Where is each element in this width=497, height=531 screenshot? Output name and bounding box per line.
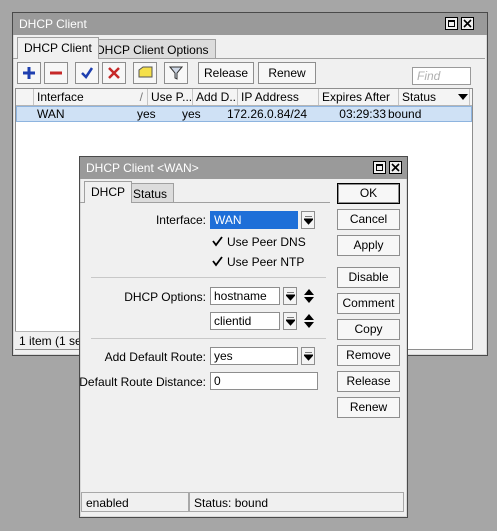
interface-dropdown-button[interactable] [301, 211, 315, 229]
column-header-add-default[interactable]: Add D... [193, 89, 238, 105]
window-titlebar[interactable]: DHCP Client [13, 13, 487, 35]
minus-icon [50, 71, 62, 75]
dialog-titlebar[interactable]: DHCP Client <WAN> [80, 157, 407, 179]
cell-use-peer: yes [137, 107, 156, 121]
use-peer-ntp-label: Use Peer NTP [227, 255, 305, 269]
close-button[interactable] [461, 17, 474, 30]
bound-status: Status: bound [189, 492, 404, 512]
copy-button[interactable]: Copy [337, 319, 400, 340]
dhcp-option-clientid-updown[interactable] [303, 312, 315, 330]
use-peer-dns-checkbox[interactable] [211, 235, 224, 248]
add-button[interactable] [17, 62, 41, 84]
plus-icon [23, 67, 35, 79]
checkmark-icon [212, 236, 223, 247]
table-row[interactable]: WAN yes yes 172.26.0.84/24 03:29:33 boun… [16, 106, 472, 122]
release-dialog-button[interactable]: Release [337, 371, 400, 392]
use-peer-dns-label: Use Peer DNS [227, 235, 306, 249]
dialog-maximize-button[interactable] [373, 161, 386, 174]
filter-icon [169, 66, 183, 80]
comment-button[interactable] [133, 62, 157, 84]
column-header-use-peer[interactable]: Use P... [148, 89, 193, 105]
enabled-status: enabled [81, 492, 189, 512]
up-down-arrows-icon [304, 314, 314, 328]
apply-button[interactable]: Apply [337, 235, 400, 256]
cell-expires-after: 03:29:33 [339, 107, 386, 121]
column-header-comment[interactable] [16, 89, 34, 105]
column-header-expires-after[interactable]: Expires After [319, 89, 399, 105]
tab-dhcp-client[interactable]: DHCP Client [17, 37, 99, 59]
disable-dialog-button[interactable]: Disable [337, 267, 400, 288]
add-default-route-label: Add Default Route: [104, 350, 206, 364]
table-header: Interface / Use P... Add D... IP Address… [16, 89, 472, 106]
find-input[interactable]: Find [412, 67, 471, 85]
interface-label: Interface: [155, 213, 206, 227]
default-route-distance-label: Default Route Distance: [79, 375, 206, 389]
cell-add-default: yes [182, 107, 201, 121]
x-icon [108, 67, 120, 79]
cell-interface: WAN [37, 107, 65, 121]
close-icon [391, 163, 400, 172]
use-peer-ntp-checkbox[interactable] [211, 255, 224, 268]
chevron-down-icon [286, 317, 295, 326]
item-count-status: 1 item (1 sele [15, 331, 85, 349]
default-route-distance-input[interactable]: 0 [210, 372, 318, 390]
dhcp-option-clientid-dropdown[interactable] [283, 312, 297, 330]
comment-dialog-button[interactable]: Comment [337, 293, 400, 314]
dhcp-option-hostname[interactable]: hostname [210, 287, 280, 305]
comment-icon [138, 66, 153, 78]
tab-dhcp[interactable]: DHCP [84, 181, 133, 203]
up-down-arrows-icon [304, 289, 314, 303]
tab-status[interactable]: Status [126, 183, 175, 203]
checkmark-icon [81, 67, 94, 79]
remove-button[interactable] [44, 62, 68, 84]
dhcp-option-hostname-dropdown[interactable] [283, 287, 297, 305]
remove-dialog-button[interactable]: Remove [337, 345, 400, 366]
filter-button[interactable] [164, 62, 188, 84]
renew-toolbar-button[interactable]: Renew [258, 62, 316, 84]
checkmark-icon [212, 256, 223, 267]
dialog-title: DHCP Client <WAN> [86, 161, 199, 175]
dhcp-option-hostname-updown[interactable] [303, 287, 315, 305]
disable-button[interactable] [102, 62, 126, 84]
release-toolbar-button[interactable]: Release [198, 62, 254, 84]
window-title: DHCP Client [19, 17, 87, 31]
add-default-route-select[interactable]: yes [210, 347, 298, 365]
dialog-close-button[interactable] [389, 161, 402, 174]
column-menu-button[interactable] [458, 89, 474, 105]
chevron-down-icon [304, 216, 313, 225]
section-divider [91, 338, 326, 339]
cell-status: bound [388, 107, 422, 121]
renew-dialog-button[interactable]: Renew [337, 397, 400, 418]
close-icon [463, 19, 472, 28]
dhcp-options-label: DHCP Options: [124, 290, 206, 304]
column-header-interface[interactable]: Interface / [34, 89, 148, 105]
cell-ip-address: 172.26.0.84/24 [227, 107, 307, 121]
sort-icon: / [139, 90, 143, 104]
enable-button[interactable] [75, 62, 99, 84]
interface-select[interactable]: WAN [210, 211, 298, 229]
chevron-down-icon [304, 352, 313, 361]
maximize-button[interactable] [445, 17, 458, 30]
cancel-button[interactable]: Cancel [337, 209, 400, 230]
chevron-down-icon [286, 292, 295, 301]
add-default-route-dropdown[interactable] [301, 347, 315, 365]
section-divider [91, 277, 326, 278]
column-header-ip-address[interactable]: IP Address [238, 89, 319, 105]
dhcp-option-clientid[interactable]: clientid [210, 312, 280, 330]
chevron-down-icon [458, 94, 468, 100]
tab-dhcp-client-options[interactable]: DHCP Client Options [89, 39, 216, 59]
ok-button[interactable]: OK [337, 183, 400, 204]
